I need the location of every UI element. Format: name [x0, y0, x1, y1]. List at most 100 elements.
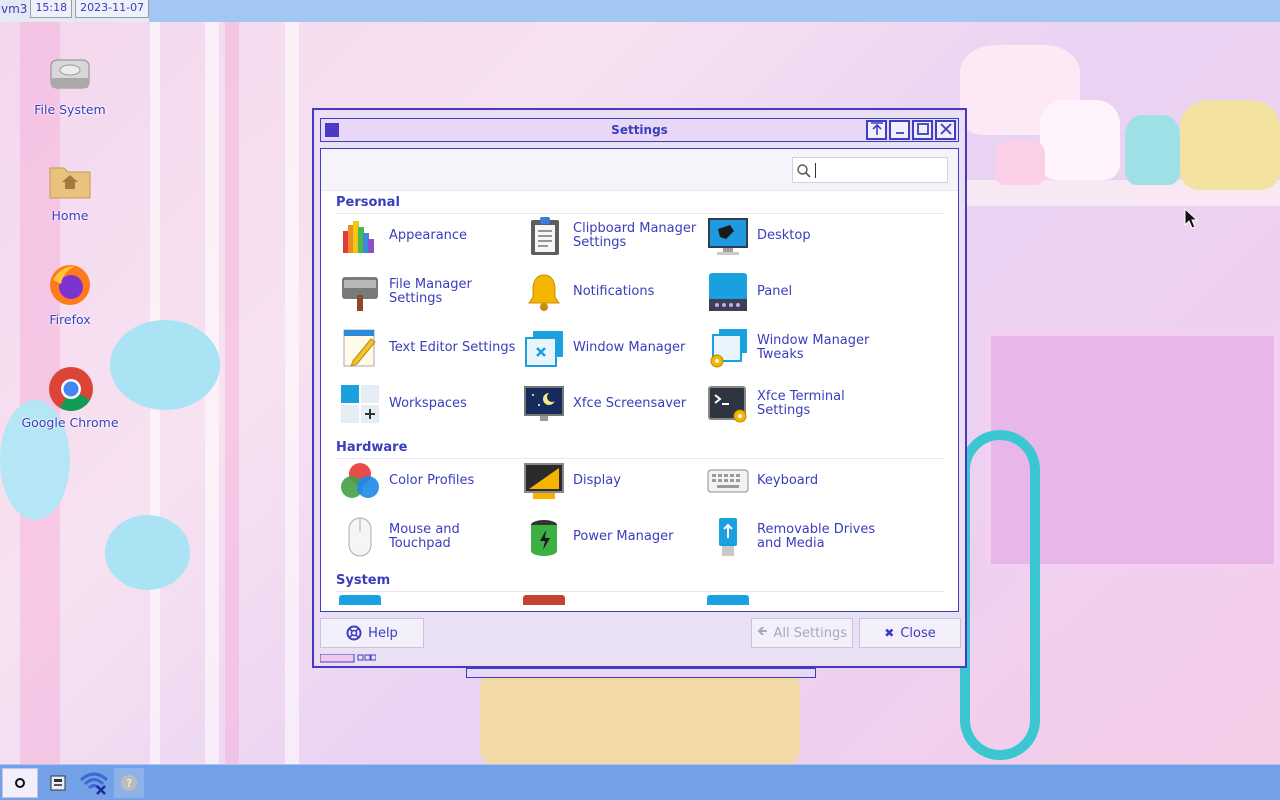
network-status-button[interactable]	[76, 768, 112, 798]
item-text-editor-settings[interactable]: Text Editor Settings	[339, 324, 519, 372]
question-icon: ?	[121, 775, 137, 791]
category-divider	[336, 591, 944, 592]
desktop-icon-label: Google Chrome	[21, 415, 119, 430]
item-label: Clipboard Manager Settings	[573, 221, 697, 250]
item-color-profiles[interactable]: Color Profiles	[339, 457, 519, 505]
wallpaper-character	[480, 668, 800, 768]
all-settings-label: All Settings	[773, 625, 848, 641]
all-settings-button[interactable]: 🡸 All Settings	[751, 618, 853, 648]
maximize-button[interactable]	[912, 120, 933, 140]
background-window-titlebar[interactable]	[466, 668, 816, 678]
minimize-icon	[895, 132, 904, 134]
item-label: Appearance	[389, 228, 468, 243]
item-workspaces[interactable]: Workspaces	[339, 380, 519, 428]
screensaver-icon	[524, 386, 564, 421]
chrome-icon	[47, 365, 93, 411]
desktop-icon-google-chrome[interactable]: Google Chrome	[15, 365, 125, 430]
help-status-button[interactable]: ?	[114, 768, 144, 798]
desktop-icon-label: File System	[34, 102, 106, 117]
wallpaper-plush	[1040, 100, 1120, 180]
maximize-icon	[916, 123, 929, 135]
item-clipboard-manager-settings[interactable]: Clipboard Manager Settings	[523, 212, 703, 260]
wallpaper-stripe	[285, 22, 299, 764]
desktop-icon-home[interactable]: Home	[15, 158, 125, 223]
text-caret	[815, 163, 816, 178]
workspaces-icon	[341, 385, 379, 423]
clipboard-icon	[531, 217, 559, 255]
item-display[interactable]: Display	[523, 457, 703, 505]
bell-icon	[528, 274, 560, 311]
search-input[interactable]	[792, 157, 948, 183]
item-power-manager[interactable]: Power Manager	[523, 513, 703, 561]
wallpaper-plush	[1125, 115, 1180, 185]
text-editor-icon	[343, 329, 376, 367]
bottom-panel: ?	[0, 764, 1280, 800]
desktop-icon-label: Firefox	[49, 312, 91, 327]
item-label: Power Manager	[573, 529, 674, 544]
applications-menu-button[interactable]	[2, 768, 38, 798]
wallpaper-heart	[110, 320, 220, 410]
file-manager-icon	[342, 277, 378, 311]
system-item-partial-icon	[523, 595, 565, 605]
item-notifications[interactable]: Notifications	[523, 268, 703, 316]
clock[interactable]: 15:18	[30, 0, 73, 18]
home-folder-icon	[47, 158, 93, 204]
show-desktop-button[interactable]	[40, 768, 76, 798]
help-label: Help	[368, 625, 398, 641]
item-appearance[interactable]: Appearance	[339, 212, 519, 260]
close-x-icon: ✖	[884, 626, 895, 640]
wifi-disconnected-icon	[79, 772, 109, 795]
search-bar	[321, 149, 958, 191]
item-window-manager-tweaks[interactable]: Window Manager Tweaks	[707, 324, 887, 372]
workspace-switcher[interactable]: vm3 15:18 2023-11-07	[0, 0, 150, 22]
dialog-footer: Help 🡸 All Settings ✖ Close	[320, 618, 961, 652]
item-label: Xfce Screensaver	[573, 396, 687, 411]
desktop-icon-file-system[interactable]: File System	[15, 52, 125, 117]
item-label: Desktop	[757, 228, 811, 243]
always-on-top-button[interactable]	[866, 120, 887, 140]
desktop-icon	[708, 218, 748, 255]
desktop-icon-label: Home	[51, 208, 89, 223]
item-mouse-and-touchpad[interactable]: Mouse and Touchpad	[339, 513, 519, 561]
item-label: Removable Drives and Media	[757, 522, 876, 551]
svg-text:?: ?	[126, 777, 132, 790]
usb-drive-icon	[719, 518, 737, 556]
close-dialog-button[interactable]: ✖ Close	[859, 618, 961, 648]
item-window-manager[interactable]: Window Manager	[523, 324, 703, 372]
item-desktop[interactable]: Desktop	[707, 212, 887, 260]
window-tweaks-icon	[710, 329, 747, 368]
item-label: Text Editor Settings	[389, 340, 516, 355]
settings-list[interactable]: Personal Appearance Clipboard Manager Se…	[329, 191, 950, 611]
settings-window: Settings Personal Appearance Clipboard M…	[312, 108, 967, 668]
close-button[interactable]	[935, 120, 956, 140]
system-item-partial-icon	[707, 595, 749, 605]
close-icon	[939, 123, 952, 135]
item-removable-drives-and-media[interactable]: Removable Drives and Media	[707, 513, 887, 561]
search-icon	[797, 164, 811, 178]
terminal-icon	[708, 386, 747, 423]
arrow-up-icon	[870, 122, 883, 135]
item-label: Display	[573, 473, 621, 488]
appearance-icon	[343, 221, 374, 253]
item-label: Window Manager Tweaks	[757, 333, 870, 362]
date[interactable]: 2023-11-07	[75, 0, 150, 18]
window-resize-grip[interactable]	[320, 654, 376, 664]
item-keyboard[interactable]: Keyboard	[707, 457, 887, 505]
system-item-partial-icon	[339, 595, 381, 605]
window-manager-icon	[525, 331, 563, 367]
help-button[interactable]: Help	[320, 618, 424, 648]
item-xfce-screensaver[interactable]: Xfce Screensaver	[523, 380, 703, 428]
item-label: Notifications	[573, 284, 655, 299]
minimize-button[interactable]	[889, 120, 910, 140]
mouse-icon	[348, 517, 372, 557]
title-bar[interactable]: Settings	[320, 118, 959, 142]
item-file-manager-settings[interactable]: File Manager Settings	[339, 268, 519, 316]
item-panel[interactable]: Panel	[707, 268, 887, 316]
workspace-label[interactable]: vm3	[1, 0, 27, 16]
desktop-icon-firefox[interactable]: Firefox	[15, 262, 125, 327]
item-xfce-terminal-settings[interactable]: Xfce Terminal Settings	[707, 380, 887, 428]
item-label: Keyboard	[757, 473, 819, 488]
item-label: File Manager Settings	[389, 277, 472, 306]
item-label: Color Profiles	[389, 473, 475, 488]
item-label: Xfce Terminal Settings	[757, 389, 845, 418]
